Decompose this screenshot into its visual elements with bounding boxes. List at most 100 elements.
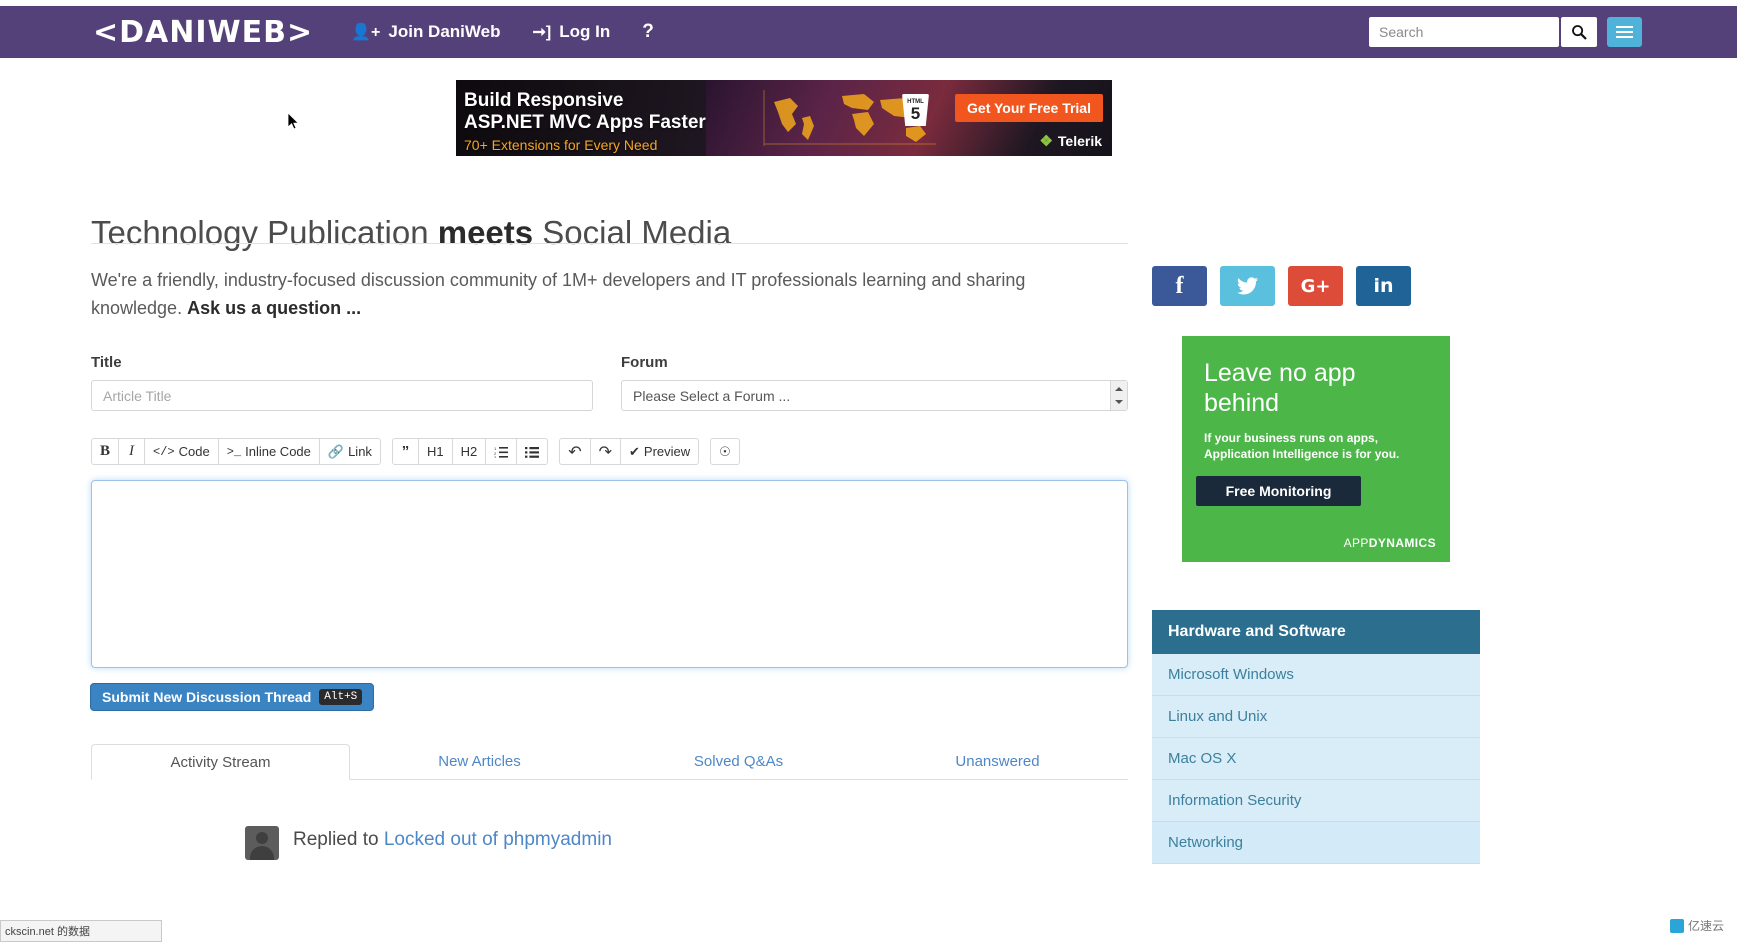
activity-thread-link[interactable]: Locked out of phpmyadmin (384, 829, 612, 850)
editor-toolbar: B I </> Code >_ Inline Code 🔗 Link ” H1 … (91, 438, 751, 465)
facebook-share-button[interactable]: f (1152, 266, 1207, 306)
telerik-mark-icon: ❖ (1039, 132, 1052, 150)
forum-link-mac-os-x[interactable]: Mac OS X (1152, 738, 1480, 780)
ad-cta-button[interactable]: Get Your Free Trial (955, 94, 1103, 122)
watermark-label: 亿速云 (1688, 917, 1724, 934)
ordered-list-icon: 1 2 3 (494, 446, 508, 458)
hamburger-menu-button[interactable] (1607, 17, 1642, 47)
header-nav: 👤+ Join DaniWeb ➞] Log In ? (351, 21, 654, 43)
telerik-ad-banner[interactable]: HTML 5 Build Responsive ASP.NET MVC Apps… (456, 80, 1112, 156)
heading2-button[interactable]: H2 (452, 438, 487, 465)
appdynamics-ad-heading: Leave no app behind (1182, 336, 1450, 418)
social-share-bar: f G+ in (1152, 266, 1411, 306)
submit-thread-button[interactable]: Submit New Discussion Thread Alt+S (90, 683, 374, 711)
question-circle-icon: ☉ (719, 444, 731, 460)
forum-link-microsoft-windows[interactable]: Microsoft Windows (1152, 654, 1480, 696)
article-body-editor[interactable] (91, 480, 1128, 668)
linkedin-share-button[interactable]: in (1356, 266, 1411, 306)
redo-button[interactable]: ↷ (590, 438, 621, 465)
activity-prefix: Replied to (293, 829, 384, 850)
appdynamics-logo: APPDYNAMICS (1344, 536, 1436, 550)
check-icon: ✔ (629, 444, 640, 460)
watermark-icon (1670, 919, 1684, 933)
appdynamics-ad-body: If your business runs on apps, Applicati… (1182, 418, 1450, 462)
toolbar-group-formatting: B I </> Code >_ Inline Code 🔗 Link (91, 438, 381, 465)
user-plus-icon: 👤+ (351, 22, 380, 42)
forum-select[interactable]: Please Select a Forum ... (621, 380, 1128, 411)
ordered-list-button[interactable]: 1 2 3 (485, 438, 517, 465)
html5-logo: HTML 5 (902, 94, 929, 126)
editor-help-button[interactable]: ☉ (710, 438, 740, 465)
activity-text: Replied to Locked out of phpmyadmin (293, 826, 612, 851)
search-icon (1571, 24, 1587, 40)
site-watermark: 亿速云 (1663, 915, 1731, 936)
ad-copy: Build Responsive ASP.NET MVC Apps Faster… (464, 90, 706, 153)
link-button[interactable]: 🔗 Link (319, 438, 381, 465)
code-block-button[interactable]: </> Code (144, 438, 219, 465)
submit-shortcut-badge: Alt+S (319, 689, 362, 705)
forum-link-information-security[interactable]: Information Security (1152, 780, 1480, 822)
join-daniweb-link[interactable]: 👤+ Join DaniWeb (351, 22, 500, 42)
googleplus-share-button[interactable]: G+ (1288, 266, 1343, 306)
ad-headline-2: ASP.NET MVC Apps Faster (464, 112, 706, 134)
article-title-input[interactable] (91, 380, 593, 411)
mouse-cursor (288, 113, 300, 131)
submit-thread-label: Submit New Discussion Thread (102, 689, 311, 705)
twitter-share-button[interactable] (1220, 266, 1275, 306)
help-link[interactable]: ? (642, 21, 654, 43)
svg-text:3: 3 (494, 455, 497, 458)
activity-stream-item: Replied to Locked out of phpmyadmin (197, 826, 612, 860)
log-in-label: Log In (559, 22, 610, 42)
ad-subheadline: 70+ Extensions for Every Need (464, 137, 706, 153)
page-title: Technology Publication meets Social Medi… (91, 214, 731, 252)
tab-activity-stream[interactable]: Activity Stream (91, 744, 350, 780)
unordered-list-button[interactable] (516, 438, 548, 465)
redo-icon: ↷ (599, 442, 612, 462)
blockquote-button[interactable]: ” (392, 438, 419, 465)
forum-link-networking[interactable]: Networking (1152, 822, 1480, 864)
undo-button[interactable]: ↶ (559, 438, 590, 465)
heading1-button[interactable]: H1 (418, 438, 453, 465)
tab-unanswered[interactable]: Unanswered (868, 744, 1127, 779)
search-submit-button[interactable] (1561, 17, 1597, 47)
preview-button[interactable]: ✔ Preview (620, 438, 699, 465)
sign-in-icon: ➞] (532, 22, 551, 42)
inline-code-button[interactable]: >_ Inline Code (218, 438, 320, 465)
unordered-list-icon (525, 446, 539, 458)
chevron-down-icon (1115, 400, 1123, 404)
search-input[interactable] (1369, 17, 1559, 47)
avatar[interactable] (245, 826, 279, 860)
forum-category-box: Hardware and Software Microsoft Windows … (1152, 610, 1480, 864)
browser-status-bar: ckscin.net 的数据 (0, 920, 162, 942)
italic-button[interactable]: I (118, 438, 145, 465)
title-divider (91, 243, 1128, 244)
forum-link-linux-and-unix[interactable]: Linux and Unix (1152, 696, 1480, 738)
toolbar-group-history: ↶ ↷ ✔ Preview (559, 438, 699, 465)
tab-solved-qas[interactable]: Solved Q&As (609, 744, 868, 779)
quote-icon: ” (402, 443, 410, 460)
link-label: Link (348, 444, 372, 459)
appdynamics-logo-light: APP (1344, 536, 1369, 550)
appdynamics-logo-bold: DYNAMICS (1369, 536, 1436, 550)
free-monitoring-button[interactable]: Free Monitoring (1196, 476, 1361, 506)
forum-field-label: Forum (621, 354, 668, 371)
ad-headline-1: Build Responsive (464, 90, 706, 112)
preview-label: Preview (644, 444, 690, 459)
telerik-brand-label: Telerik (1058, 133, 1102, 149)
header-right-controls (1369, 6, 1737, 58)
telerik-logo: ❖ Telerik (1039, 132, 1102, 150)
forum-select-value: Please Select a Forum ... (622, 388, 1110, 404)
page-title-emphasis: meets (438, 214, 533, 251)
googleplus-icon: G+ (1301, 276, 1331, 297)
activity-date (197, 826, 231, 838)
bold-button[interactable]: B (91, 438, 119, 465)
content-tabs: Activity Stream New Articles Solved Q&As… (91, 744, 1128, 780)
select-spinner-icon[interactable] (1110, 381, 1127, 410)
appdynamics-ad[interactable]: Leave no app behind If your business run… (1182, 336, 1450, 562)
log-in-link[interactable]: ➞] Log In (532, 22, 610, 42)
daniweb-logo[interactable]: <DANIWEB> (93, 15, 313, 50)
hamburger-menu-icon (1616, 26, 1633, 28)
page-title-pre: Technology Publication (91, 214, 438, 251)
link-icon: 🔗 (328, 444, 344, 460)
tab-new-articles[interactable]: New Articles (350, 744, 609, 779)
